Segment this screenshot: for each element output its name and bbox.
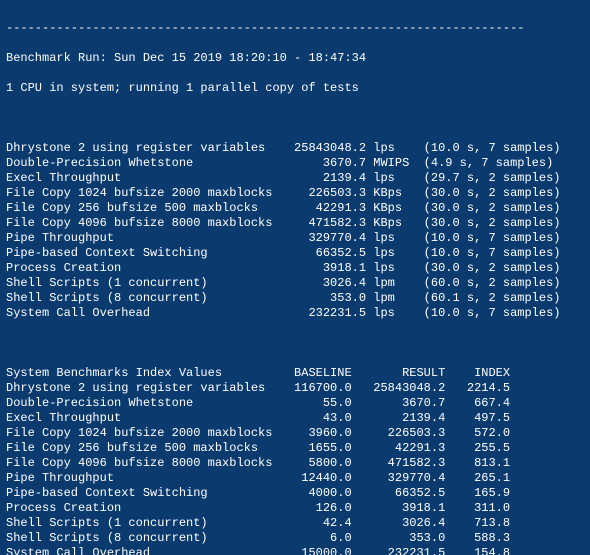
terminal-output: ----------------------------------------… (0, 0, 590, 555)
result-row: Double-Precision Whetstone 3670.7 MWIPS … (6, 156, 584, 171)
index-row: System Call Overhead 15000.0 232231.5 15… (6, 546, 584, 555)
index-row: Shell Scripts (1 concurrent) 42.4 3026.4… (6, 516, 584, 531)
index-row: File Copy 4096 bufsize 8000 maxblocks 58… (6, 456, 584, 471)
index-row: Execl Throughput 43.0 2139.4 497.5 (6, 411, 584, 426)
result-row: File Copy 1024 bufsize 2000 maxblocks 22… (6, 186, 584, 201)
index-row: Pipe Throughput 12440.0 329770.4 265.1 (6, 471, 584, 486)
result-row: Execl Throughput 2139.4 lps (29.7 s, 2 s… (6, 171, 584, 186)
index-row: Process Creation 126.0 3918.1 311.0 (6, 501, 584, 516)
result-row: Shell Scripts (1 concurrent) 3026.4 lpm … (6, 276, 584, 291)
result-row: Dhrystone 2 using register variables 258… (6, 141, 584, 156)
index-header-row: System Benchmarks Index Values BASELINE … (6, 366, 584, 381)
result-row: Pipe Throughput 329770.4 lps (10.0 s, 7 … (6, 231, 584, 246)
blank-line (6, 336, 584, 351)
result-row: Pipe-based Context Switching 66352.5 lps… (6, 246, 584, 261)
blank-line (6, 111, 584, 126)
index-row: Pipe-based Context Switching 4000.0 6635… (6, 486, 584, 501)
result-row: File Copy 256 bufsize 500 maxblocks 4229… (6, 201, 584, 216)
result-row: Shell Scripts (8 concurrent) 353.0 lpm (… (6, 291, 584, 306)
index-row: File Copy 256 bufsize 500 maxblocks 1655… (6, 441, 584, 456)
index-block: System Benchmarks Index Values BASELINE … (6, 366, 584, 555)
divider-line: ----------------------------------------… (6, 21, 584, 36)
index-row: File Copy 1024 bufsize 2000 maxblocks 39… (6, 426, 584, 441)
benchmark-run-line: Benchmark Run: Sun Dec 15 2019 18:20:10 … (6, 51, 584, 66)
cpu-info-line: 1 CPU in system; running 1 parallel copy… (6, 81, 584, 96)
index-row: Dhrystone 2 using register variables 116… (6, 381, 584, 396)
results-block: Dhrystone 2 using register variables 258… (6, 141, 584, 321)
result-row: Process Creation 3918.1 lps (30.0 s, 2 s… (6, 261, 584, 276)
index-row: Double-Precision Whetstone 55.0 3670.7 6… (6, 396, 584, 411)
result-row: System Call Overhead 232231.5 lps (10.0 … (6, 306, 584, 321)
result-row: File Copy 4096 bufsize 8000 maxblocks 47… (6, 216, 584, 231)
index-row: Shell Scripts (8 concurrent) 6.0 353.0 5… (6, 531, 584, 546)
